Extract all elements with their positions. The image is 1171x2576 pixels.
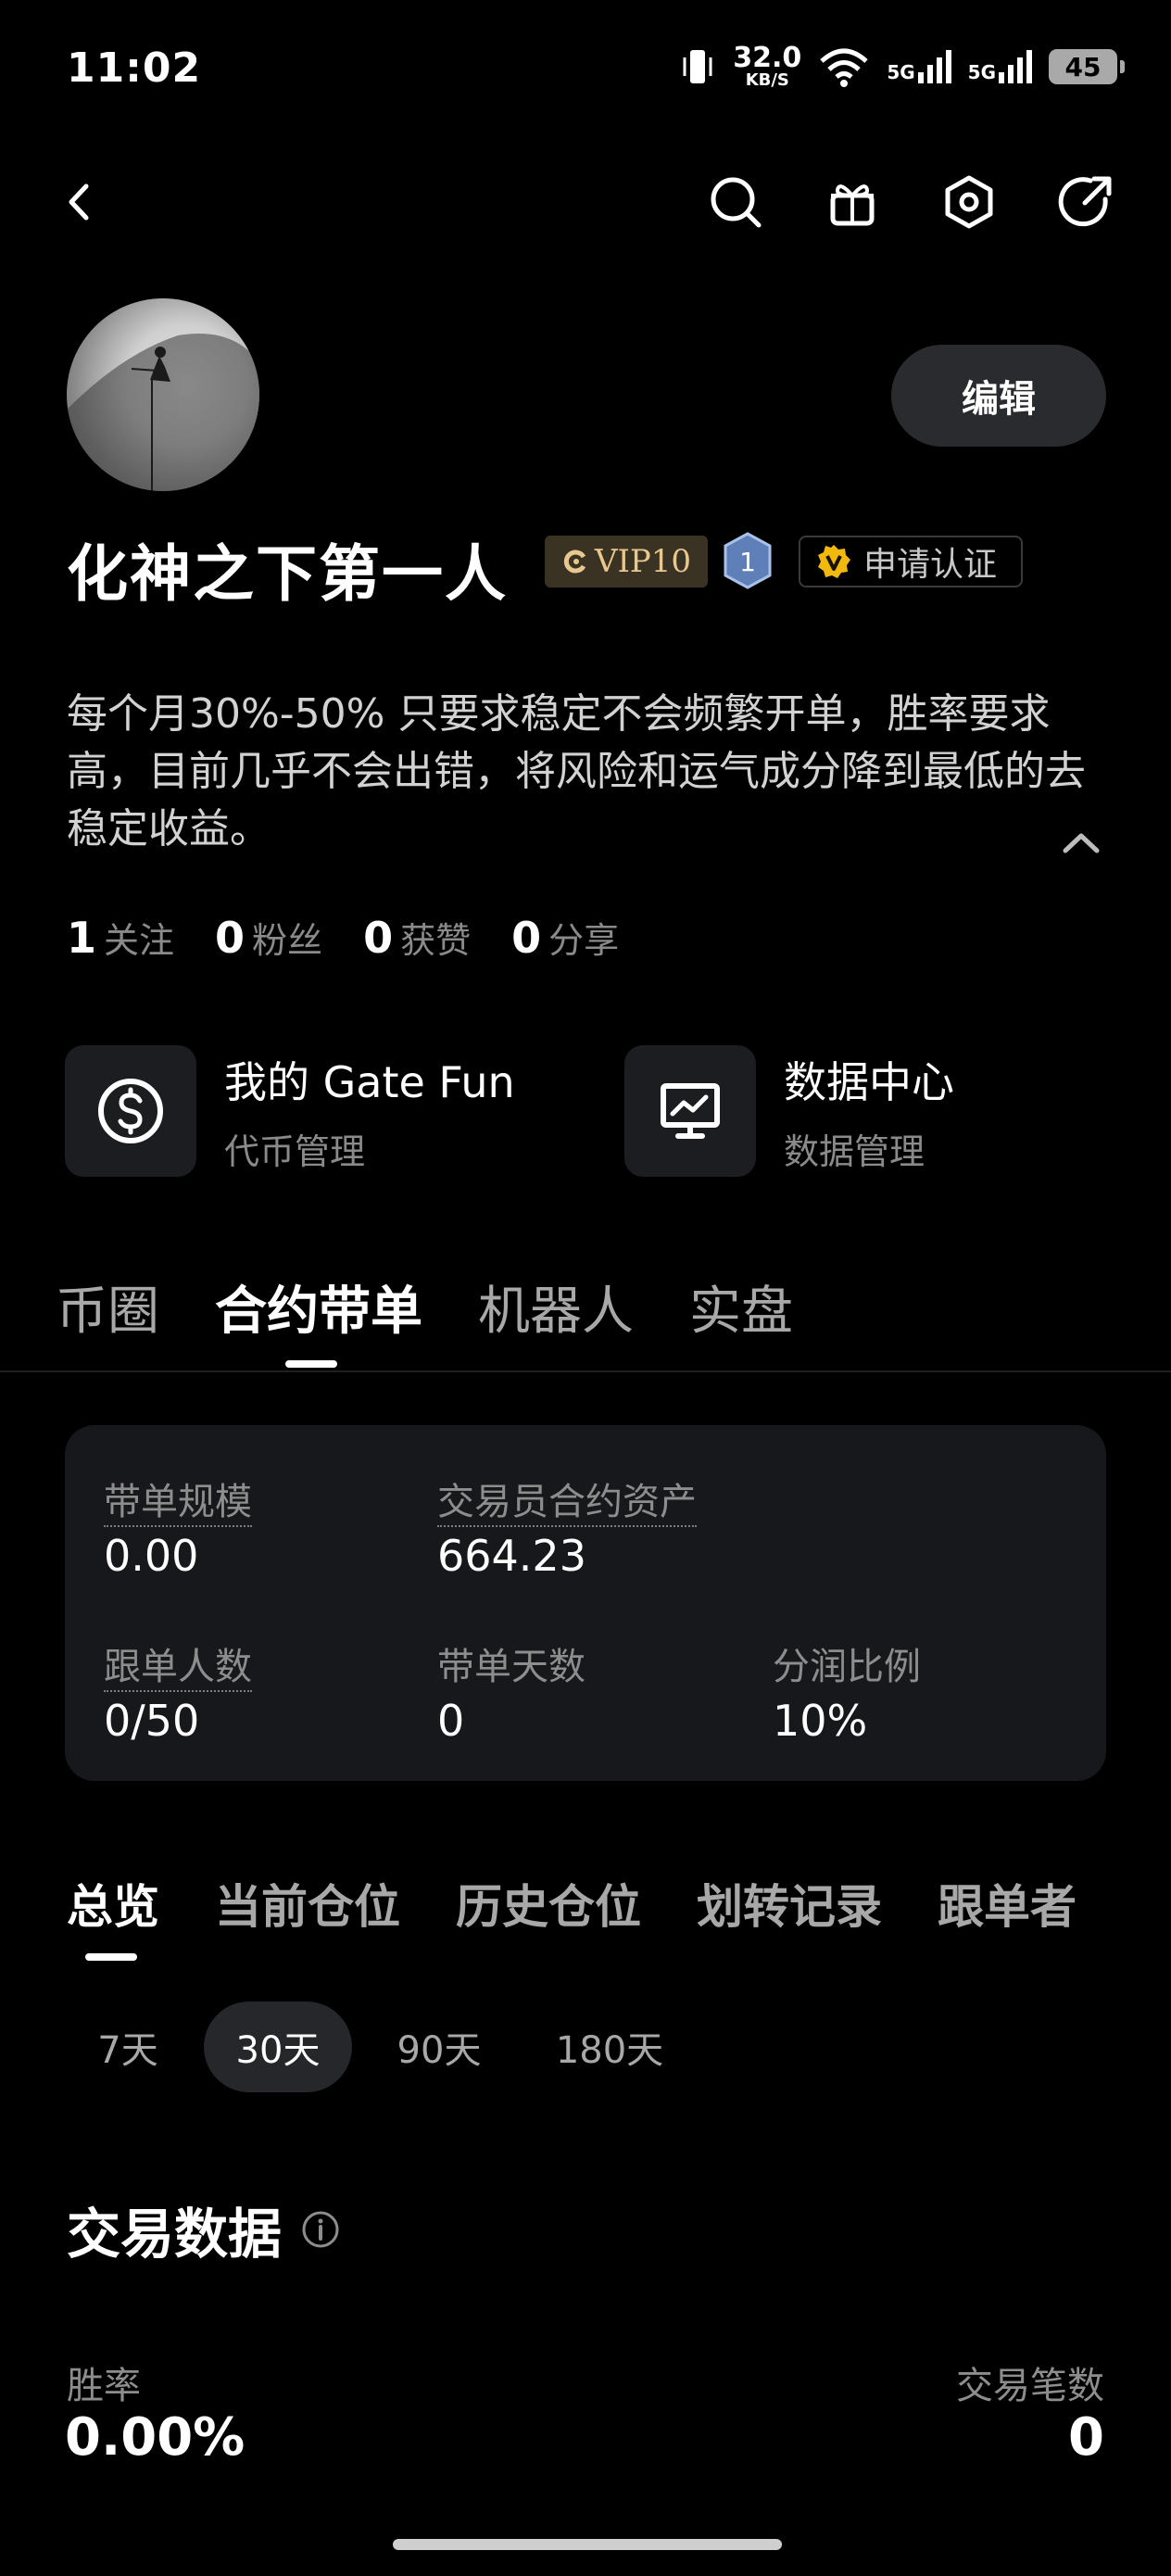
sub-tabs: 总览 当前仓位 历史仓位 划转记录 跟单者 [67, 1870, 1077, 1937]
home-indicator [393, 2539, 782, 2550]
card-assets: 交易员合约资产 664.23 [437, 1471, 697, 1581]
win-rate-label: 胜率 [67, 2365, 141, 2407]
gate-fun-icon-box [65, 1045, 196, 1177]
tab-live-trading[interactable]: 实盘 [689, 1269, 793, 1345]
network-speed: 32.0 KB/S [733, 42, 802, 90]
status-time: 11:02 [67, 44, 202, 92]
stat-followers[interactable]: 0 粉丝 [215, 912, 322, 963]
verified-v-icon [818, 545, 850, 578]
stat-likes[interactable]: 0 获赞 [363, 912, 471, 963]
bio-text: 每个月30%-50% 只要求稳定不会频繁开单，胜率要求高，目前几乎不会出错，将风… [67, 690, 1086, 852]
gift-button[interactable] [823, 172, 882, 232]
data-center-subtitle: 数据管理 [784, 1130, 925, 1172]
settings-button[interactable] [939, 172, 999, 232]
info-icon[interactable] [300, 2209, 341, 2250]
stat-shares[interactable]: 0 分享 [511, 912, 619, 963]
trade-data-title: 交易数据 [67, 2203, 283, 2266]
card-followers: 跟单人数 0/50 [104, 1636, 252, 1746]
apply-verification-button[interactable]: 申请认证 [799, 536, 1023, 587]
gift-icon [830, 184, 875, 226]
tab-bots[interactable]: 机器人 [478, 1269, 634, 1345]
sub-tab-indicator [85, 1953, 137, 1961]
vip-badge[interactable]: VIP10 [545, 536, 708, 587]
gate-fun-title: 我的 Gate Fun [224, 1056, 515, 1107]
trade-count-label: 交易笔数 [956, 2365, 1104, 2407]
status-bar-right: 32.0 KB/S 5G 5G 45 [679, 42, 1125, 90]
data-center-icon-box [624, 1045, 756, 1177]
tab-crypto-circle[interactable]: 币圈 [56, 1269, 159, 1345]
trade-count-value: 0 [1068, 2407, 1104, 2468]
gate-fun-subtitle: 代币管理 [224, 1130, 366, 1172]
period-180d[interactable]: 180天 [530, 2001, 689, 2092]
data-center-entry[interactable]: 数据中心 数据管理 [624, 1045, 954, 1177]
dollar-circle-icon [98, 1079, 163, 1143]
tab-copiers[interactable]: 跟单者 [938, 1870, 1077, 1937]
data-center-title: 数据中心 [784, 1056, 954, 1107]
scale-label[interactable]: 带单规模 [104, 1481, 252, 1527]
tab-overview[interactable]: 总览 [67, 1870, 159, 1937]
card-profit-share: 分润比例 10% [773, 1636, 921, 1746]
search-button[interactable] [706, 172, 765, 232]
vip-ring-icon [563, 549, 586, 574]
followers-label[interactable]: 跟单人数 [104, 1646, 252, 1692]
chevron-left-icon [69, 183, 89, 221]
share-button[interactable] [1056, 172, 1115, 232]
card-days: 带单天数 0 [437, 1636, 586, 1746]
tab-history-positions[interactable]: 历史仓位 [456, 1870, 641, 1937]
period-30d[interactable]: 30天 [204, 2001, 352, 2092]
hexagon-settings-icon [945, 175, 993, 229]
win-rate-value: 0.00% [65, 2407, 246, 2468]
period-7d[interactable]: 7天 [74, 2001, 182, 2092]
tabs-divider [0, 1370, 1171, 1372]
assets-label[interactable]: 交易员合约资产 [437, 1481, 697, 1527]
tab-current-positions[interactable]: 当前仓位 [215, 1870, 400, 1937]
vibrate-icon [683, 50, 712, 83]
back-button[interactable] [50, 172, 109, 232]
main-tab-indicator [285, 1360, 337, 1368]
avatar-figure-image [67, 334, 259, 491]
tab-contract-copy-trading[interactable]: 合约带单 [215, 1269, 422, 1345]
avatar[interactable] [67, 298, 259, 491]
battery-indicator: 45 [1049, 49, 1125, 84]
cellular-signal-2: 5G [968, 50, 1032, 83]
share-arrow-icon [1058, 176, 1112, 227]
tab-transfer-records[interactable]: 划转记录 [697, 1870, 882, 1937]
main-tabs: 币圈 合约带单 机器人 实盘 [56, 1269, 793, 1345]
period-90d[interactable]: 90天 [374, 2001, 504, 2092]
trade-data-section: 交易数据 [67, 2191, 341, 2268]
days-value: 0 [437, 1696, 465, 1746]
chevron-up-icon[interactable] [1058, 823, 1104, 860]
days-label: 带单天数 [437, 1646, 586, 1688]
profit-share-value: 10% [773, 1696, 868, 1746]
card-scale: 带单规模 0.00 [104, 1471, 252, 1581]
followers-value: 0/50 [104, 1696, 200, 1746]
assets-value: 664.23 [437, 1531, 586, 1581]
edit-profile-button[interactable]: 编辑 [891, 345, 1106, 447]
chart-monitor-icon [661, 1083, 720, 1139]
level-badge-icon[interactable]: 1 [723, 532, 773, 589]
scale-value: 0.00 [104, 1531, 199, 1581]
search-icon [711, 177, 762, 228]
svg-text:1: 1 [739, 547, 756, 577]
stat-following[interactable]: 1 关注 [67, 912, 174, 963]
gate-fun-entry[interactable]: 我的 Gate Fun 代币管理 [65, 1045, 515, 1177]
profile-stats: 1 关注 0 粉丝 0 获赞 0 分享 [67, 912, 619, 963]
cellular-signal-1: 5G [887, 50, 951, 83]
copy-trading-summary-card: 带单规模 0.00 交易员合约资产 664.23 跟单人数 0/50 带单天数 … [65, 1425, 1106, 1781]
username: 化神之下第一人 [67, 538, 508, 610]
profit-share-label: 分润比例 [773, 1646, 921, 1688]
wifi-icon [820, 48, 869, 87]
